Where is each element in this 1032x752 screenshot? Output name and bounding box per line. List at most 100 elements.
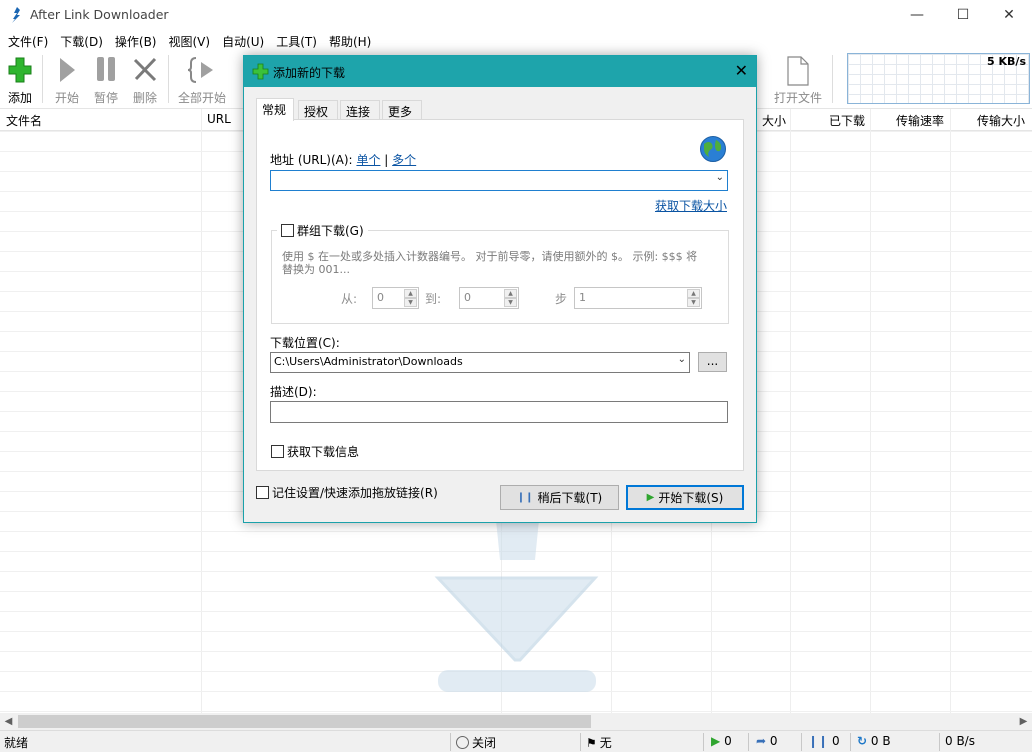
dialog-close-icon[interactable]: ✕ [735,61,748,80]
add-button[interactable]: 添加 [2,51,38,107]
start-all-button[interactable]: 全部开始 [176,51,228,107]
remember-checkbox[interactable] [256,486,269,499]
status-queued: ➦ 0 [756,734,778,748]
status-separator [450,733,451,751]
url-single-link[interactable]: 单个 [356,153,380,167]
browse-button[interactable]: ... [698,352,727,372]
app-logo-icon [12,7,20,23]
delete-icon [133,57,157,82]
status-bar: 就绪 关闭 ⚑ 无 ▶ 0 ➦ 0 ❙❙ 0 ↻ 0 B 0 B/s [0,730,1032,752]
spin-down-icon[interactable]: ▼ [687,298,700,307]
url-input[interactable]: ⌄ [270,170,728,191]
group-download-option[interactable]: 群组下载(G) [277,222,368,239]
get-size-link[interactable]: 获取下载大小 [655,197,727,214]
column-filename[interactable]: 文件名 [6,112,42,129]
status-active: ▶ 0 [711,734,732,748]
title-bar: After Link Downloader — ☐ ✕ [0,0,1032,30]
speed-graph-label: 5 KB/s [987,55,1026,68]
globe-icon [700,136,726,162]
step-spinner[interactable]: 1 ▲ ▼ [574,287,702,309]
menu-action[interactable]: 操作(B) [109,30,163,51]
column-transfer-rate[interactable]: 传输速率 [896,112,944,129]
status-paused: ❙❙ 0 [808,734,840,748]
status-speed: 0 B/s [945,734,975,748]
clock-icon [456,736,469,749]
flag-icon: ⚑ [586,736,597,750]
scroll-right-icon[interactable]: ▶ [1015,713,1032,730]
horizontal-scrollbar[interactable]: ◀ ▶ [0,713,1032,730]
toolbar-separator [168,55,169,103]
to-spinner[interactable]: 0 ▲ ▼ [459,287,519,309]
get-info-checkbox[interactable] [271,445,284,458]
location-label: 下载位置(C): [270,336,340,350]
get-info-option[interactable]: 获取下载信息 [271,443,359,460]
download-later-button[interactable]: ❙❙ 稍后下载(T) [500,485,619,510]
plus-icon [8,57,32,83]
start-button[interactable]: 开始 [50,51,84,107]
tab-panel-general: 地址 (URL)(A): 单个 | 多个 ⌄ 获取下载大小 群组下载(G) 使用… [256,119,744,471]
delete-button[interactable]: 删除 [128,51,162,107]
spin-up-icon[interactable]: ▲ [504,289,517,298]
status-ready: 就绪 [4,736,29,750]
to-label: 到: [425,292,442,306]
spin-up-icon[interactable]: ▲ [687,289,700,298]
menu-download[interactable]: 下载(D) [54,30,109,51]
column-downloaded[interactable]: 已下载 [829,112,865,129]
status-downloaded: ↻ 0 B [857,734,891,748]
speed-graph: 5 KB/s [847,53,1030,104]
minimize-button[interactable]: — [894,0,940,30]
chevron-down-icon[interactable]: ⌄ [678,354,686,365]
column-url[interactable]: URL [207,112,231,126]
description-input[interactable] [270,401,728,423]
group-download-hint: 使用 $ 在一处或多处插入计数器编号。 对于前导零，请使用额外的 $。 示例: … [282,250,698,276]
pause-icon: ❙❙ [516,492,534,503]
tab-more[interactable]: 更多 [382,100,422,120]
status-limit[interactable]: ⚑ 无 [586,734,612,751]
refresh-icon: ↻ [857,734,868,748]
menu-file[interactable]: 文件(F) [2,30,54,51]
menu-view[interactable]: 视图(V) [163,30,217,51]
toolbar-separator [42,55,43,103]
tab-auth[interactable]: 授权 [298,100,338,120]
menu-tools[interactable]: 工具(T) [270,30,323,51]
status-separator [703,733,704,751]
tab-general[interactable]: 常规 [256,98,294,121]
pause-icon: ❙❙ [808,734,829,748]
chevron-down-icon[interactable]: ⌄ [716,172,724,183]
menu-auto[interactable]: 自动(U) [216,30,270,51]
group-download-checkbox[interactable] [281,224,294,237]
toolbar-separator [832,55,833,103]
close-window-button[interactable]: ✕ [986,0,1032,30]
spin-down-icon[interactable]: ▼ [504,298,517,307]
status-schedule[interactable]: 关闭 [456,734,496,751]
scroll-thumb[interactable] [18,715,591,728]
column-size[interactable]: 大小 [762,112,786,129]
menu-help[interactable]: 帮助(H) [323,30,377,51]
url-multiple-link[interactable]: 多个 [392,153,416,167]
scroll-left-icon[interactable]: ◀ [0,713,17,730]
plus-icon [252,63,269,80]
status-separator [580,733,581,751]
from-label: 从: [341,292,358,306]
remember-option[interactable]: 记住设置/快速添加拖放链接(R) [256,484,438,501]
download-arrow-watermark-icon [434,510,599,692]
column-transfer-size[interactable]: 传输大小 [977,112,1025,129]
pause-button[interactable]: 暂停 [89,51,123,107]
spin-up-icon[interactable]: ▲ [404,289,417,298]
from-spinner[interactable]: 0 ▲ ▼ [372,287,419,309]
step-label: 步 [555,292,568,306]
start-download-button[interactable]: ▶ 开始下载(S) [626,485,744,510]
maximize-button[interactable]: ☐ [940,0,986,30]
status-separator [939,733,940,751]
start-all-icon [187,57,213,83]
tab-connection[interactable]: 连接 [340,100,380,120]
pause-icon [97,57,115,81]
open-file-button[interactable]: 打开文件 [770,51,826,107]
play-icon: ▶ [711,734,721,748]
url-label: 地址 (URL)(A): 单个 | 多个 [270,153,417,167]
download-location-combo[interactable]: C:\Users\Administrator\Downloads ⌄ [270,352,690,373]
spin-down-icon[interactable]: ▼ [404,298,417,307]
menu-bar: 文件(F) 下载(D) 操作(B) 视图(V) 自动(U) 工具(T) 帮助(H… [0,30,1032,51]
window-title: After Link Downloader [30,7,169,22]
file-icon [787,56,809,86]
